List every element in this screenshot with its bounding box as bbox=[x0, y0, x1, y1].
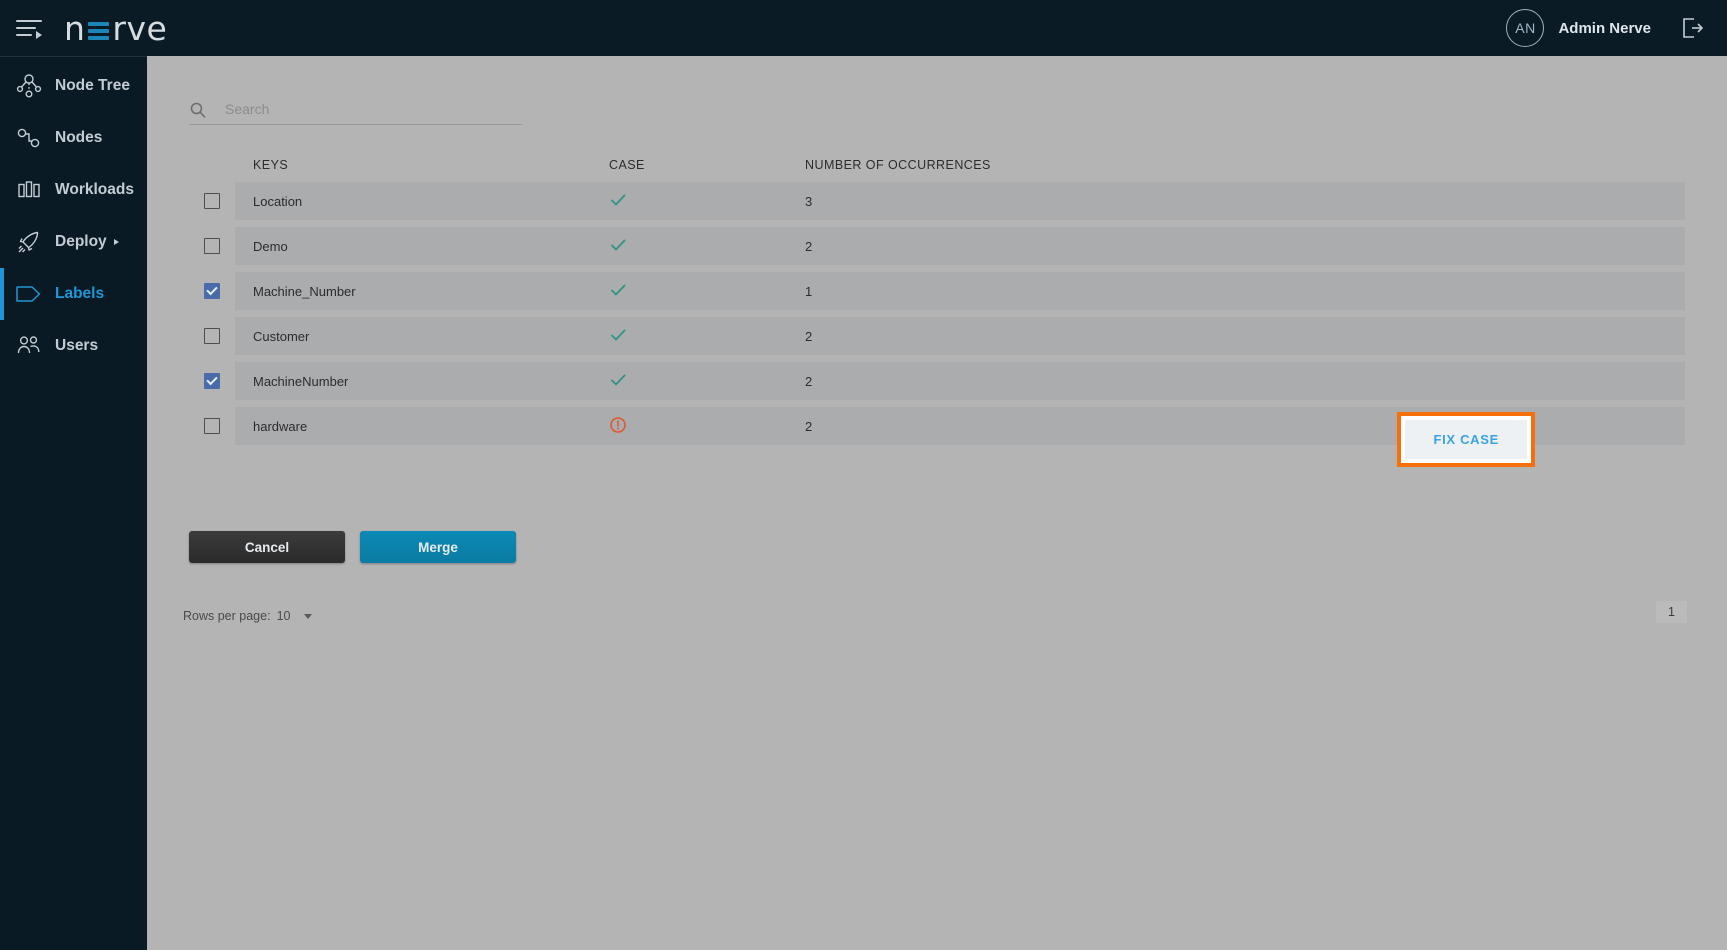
row-checkbox[interactable] bbox=[204, 328, 220, 344]
sidebar-item-label: Workloads bbox=[55, 181, 134, 199]
tag-icon bbox=[14, 279, 44, 309]
column-header-keys: KEYS bbox=[235, 158, 609, 172]
workloads-icon bbox=[14, 175, 44, 205]
table-footer: Rows per page: 10 1 bbox=[183, 601, 1687, 631]
sidebar-item-label: Labels bbox=[55, 285, 104, 303]
row-checkbox-cell bbox=[189, 193, 235, 209]
row-key: hardware bbox=[235, 419, 609, 434]
search-icon bbox=[189, 101, 207, 119]
row-key: Customer bbox=[235, 329, 609, 344]
sidebar: Node Tree Nodes Workloads bbox=[0, 56, 147, 950]
rows-per-page-label: Rows per page: bbox=[183, 609, 271, 623]
menu-collapse-arrow-icon bbox=[36, 31, 42, 39]
row-checkbox[interactable] bbox=[204, 373, 220, 389]
table-header-row: KEYS CASE NUMBER OF OCCURRENCES bbox=[189, 148, 1685, 182]
row-occurrences: 3 bbox=[805, 194, 1135, 209]
table-row[interactable]: MachineNumber 2 bbox=[189, 362, 1685, 400]
cancel-button[interactable]: Cancel bbox=[189, 531, 345, 563]
sidebar-item-node-tree[interactable]: Node Tree bbox=[0, 60, 147, 112]
row-key: Location bbox=[235, 194, 609, 209]
table-row[interactable]: Customer 2 bbox=[189, 317, 1685, 355]
column-header-occurrences: NUMBER OF OCCURRENCES bbox=[805, 158, 1135, 172]
top-bar-right: AN Admin Nerve bbox=[1506, 0, 1705, 56]
rows-per-page-value: 10 bbox=[277, 609, 291, 623]
logout-icon[interactable] bbox=[1679, 15, 1705, 41]
check-icon bbox=[609, 287, 627, 302]
avatar[interactable]: AN bbox=[1506, 9, 1544, 47]
search-bar bbox=[189, 101, 522, 125]
row-case-status bbox=[609, 281, 805, 302]
table-row[interactable]: Machine_Number 1 bbox=[189, 272, 1685, 310]
rows-per-page-selector[interactable]: Rows per page: 10 bbox=[183, 609, 312, 623]
search-input[interactable] bbox=[225, 101, 522, 119]
row-occurrences: 2 bbox=[805, 374, 1135, 389]
row-key: Demo bbox=[235, 239, 609, 254]
app-root: n rve AN Admin Nerve bbox=[0, 0, 1727, 950]
row-occurrences: 2 bbox=[805, 419, 1135, 434]
top-bar: n rve AN Admin Nerve bbox=[0, 0, 1727, 56]
row-checkbox-cell bbox=[189, 328, 235, 344]
row-occurrences: 2 bbox=[805, 239, 1135, 254]
row-checkbox[interactable] bbox=[204, 238, 220, 254]
sidebar-item-users[interactable]: Users bbox=[0, 320, 147, 372]
row-case-status bbox=[609, 236, 805, 257]
row-checkbox-cell bbox=[189, 418, 235, 434]
row-occurrences: 2 bbox=[805, 329, 1135, 344]
row-key: Machine_Number bbox=[235, 284, 609, 299]
row-case-status bbox=[609, 371, 805, 392]
row-occurrences: 1 bbox=[805, 284, 1135, 299]
sidebar-item-nodes[interactable]: Nodes bbox=[0, 112, 147, 164]
row-checkbox-cell bbox=[189, 238, 235, 254]
row-checkbox[interactable] bbox=[204, 418, 220, 434]
sidebar-item-labels[interactable]: Labels bbox=[0, 268, 147, 320]
row-case-status bbox=[609, 191, 805, 212]
column-header-case: CASE bbox=[609, 158, 805, 172]
action-buttons: Cancel Merge bbox=[189, 531, 516, 563]
table-row[interactable]: Demo 2 bbox=[189, 227, 1685, 265]
sidebar-item-label: Deploy bbox=[55, 233, 107, 251]
sidebar-item-deploy[interactable]: Deploy bbox=[0, 216, 147, 268]
nodes-icon bbox=[14, 123, 44, 153]
chevron-right-icon bbox=[114, 239, 119, 245]
row-checkbox-cell bbox=[189, 283, 235, 299]
logo-text-suffix: rve bbox=[112, 12, 167, 45]
check-icon bbox=[609, 197, 627, 212]
users-icon bbox=[14, 331, 44, 361]
logo-text-prefix: n bbox=[64, 12, 85, 45]
row-case-status bbox=[609, 326, 805, 347]
chevron-down-icon bbox=[304, 614, 312, 619]
nerve-logo: n rve bbox=[64, 12, 167, 45]
check-icon bbox=[609, 377, 627, 392]
node-tree-icon bbox=[14, 71, 44, 101]
table-row[interactable]: Location 3 bbox=[189, 182, 1685, 220]
page-number[interactable]: 1 bbox=[1656, 601, 1687, 623]
check-icon bbox=[609, 332, 627, 347]
logo-e-icon bbox=[88, 22, 109, 40]
merge-button[interactable]: Merge bbox=[360, 531, 516, 563]
row-case-status bbox=[609, 416, 805, 437]
labels-table: KEYS CASE NUMBER OF OCCURRENCES Location bbox=[189, 148, 1685, 452]
fix-case-highlight: FIX CASE bbox=[1397, 412, 1535, 467]
alert-circle-icon bbox=[609, 422, 627, 437]
sidebar-item-label: Node Tree bbox=[55, 77, 130, 95]
fix-case-button[interactable]: FIX CASE bbox=[1405, 420, 1527, 459]
hamburger-icon[interactable] bbox=[16, 17, 42, 39]
main-content: KEYS CASE NUMBER OF OCCURRENCES Location bbox=[147, 56, 1727, 950]
row-checkbox[interactable] bbox=[204, 283, 220, 299]
username-label: Admin Nerve bbox=[1558, 20, 1651, 37]
row-checkbox[interactable] bbox=[204, 193, 220, 209]
row-checkbox-cell bbox=[189, 373, 235, 389]
avatar-initials: AN bbox=[1515, 20, 1535, 36]
row-key: MachineNumber bbox=[235, 374, 609, 389]
sidebar-item-workloads[interactable]: Workloads bbox=[0, 164, 147, 216]
sidebar-item-label: Nodes bbox=[55, 129, 102, 147]
sidebar-item-label: Users bbox=[55, 337, 98, 355]
rocket-icon bbox=[14, 227, 44, 257]
table-row[interactable]: hardware 2 FIX CASE bbox=[189, 407, 1685, 445]
check-icon bbox=[609, 242, 627, 257]
